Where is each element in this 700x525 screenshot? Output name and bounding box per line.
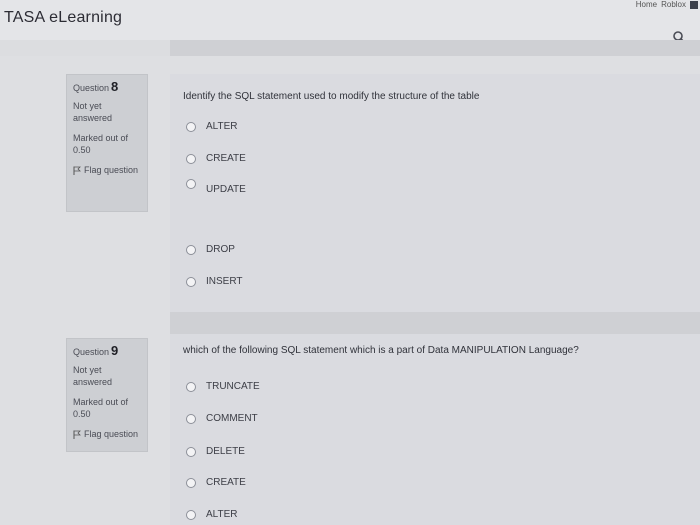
roblox-link[interactable]: Roblox bbox=[661, 0, 686, 9]
question-text: which of the following SQL statement whi… bbox=[183, 345, 579, 356]
radio-button[interactable] bbox=[186, 381, 196, 392]
app-icon[interactable] bbox=[690, 0, 698, 9]
question-number: Question 8 bbox=[73, 79, 119, 94]
question-text: Identify the SQL statement used to modif… bbox=[183, 91, 480, 102]
flag-question-link[interactable]: Flag question bbox=[73, 164, 141, 176]
flag-icon bbox=[73, 430, 81, 439]
option-comment[interactable]: COMMENT bbox=[186, 413, 258, 424]
question-state: Not yet answered bbox=[73, 365, 113, 387]
option-truncate[interactable]: TRUNCATE bbox=[186, 381, 260, 392]
radio-button[interactable] bbox=[186, 178, 196, 189]
radio-button[interactable] bbox=[186, 276, 196, 287]
radio-button[interactable] bbox=[186, 509, 196, 520]
top-links: Home Roblox bbox=[636, 0, 698, 9]
site-brand[interactable]: TASA eLearning bbox=[4, 9, 122, 27]
question-content-8: Identify the SQL statement used to modif… bbox=[170, 74, 700, 312]
option-alter[interactable]: ALTER bbox=[186, 509, 238, 520]
radio-button[interactable] bbox=[186, 153, 196, 164]
question-info-9: Question 9 Not yet answered Marked out of… bbox=[66, 338, 148, 452]
option-update[interactable]: UPDATE bbox=[186, 178, 246, 195]
radio-button[interactable] bbox=[186, 413, 196, 424]
radio-button[interactable] bbox=[186, 121, 196, 132]
home-link[interactable]: Home bbox=[636, 0, 657, 9]
question-marks: Marked out of 0.50 bbox=[73, 133, 129, 155]
question-marks: Marked out of 0.50 bbox=[73, 397, 129, 419]
flag-icon bbox=[73, 166, 81, 175]
radio-button[interactable] bbox=[186, 446, 196, 457]
option-create[interactable]: CREATE bbox=[186, 477, 246, 488]
question-content-9: which of the following SQL statement whi… bbox=[170, 334, 700, 525]
radio-button[interactable] bbox=[186, 477, 196, 488]
question-state: Not yet answered bbox=[73, 101, 113, 123]
option-insert[interactable]: INSERT bbox=[186, 276, 243, 287]
radio-button[interactable] bbox=[186, 244, 196, 255]
top-bar: TASA eLearning Home Roblox bbox=[0, 0, 700, 44]
question-number: Question 9 bbox=[73, 343, 119, 358]
flag-question-link[interactable]: Flag question bbox=[73, 428, 141, 440]
question-divider bbox=[170, 312, 700, 334]
nav-strip bbox=[170, 40, 700, 56]
option-alter[interactable]: ALTER bbox=[186, 121, 238, 132]
option-drop[interactable]: DROP bbox=[186, 244, 235, 255]
option-delete[interactable]: DELETE bbox=[186, 446, 245, 457]
option-create[interactable]: CREATE bbox=[186, 153, 246, 164]
question-info-8: Question 8 Not yet answered Marked out of… bbox=[66, 74, 148, 212]
